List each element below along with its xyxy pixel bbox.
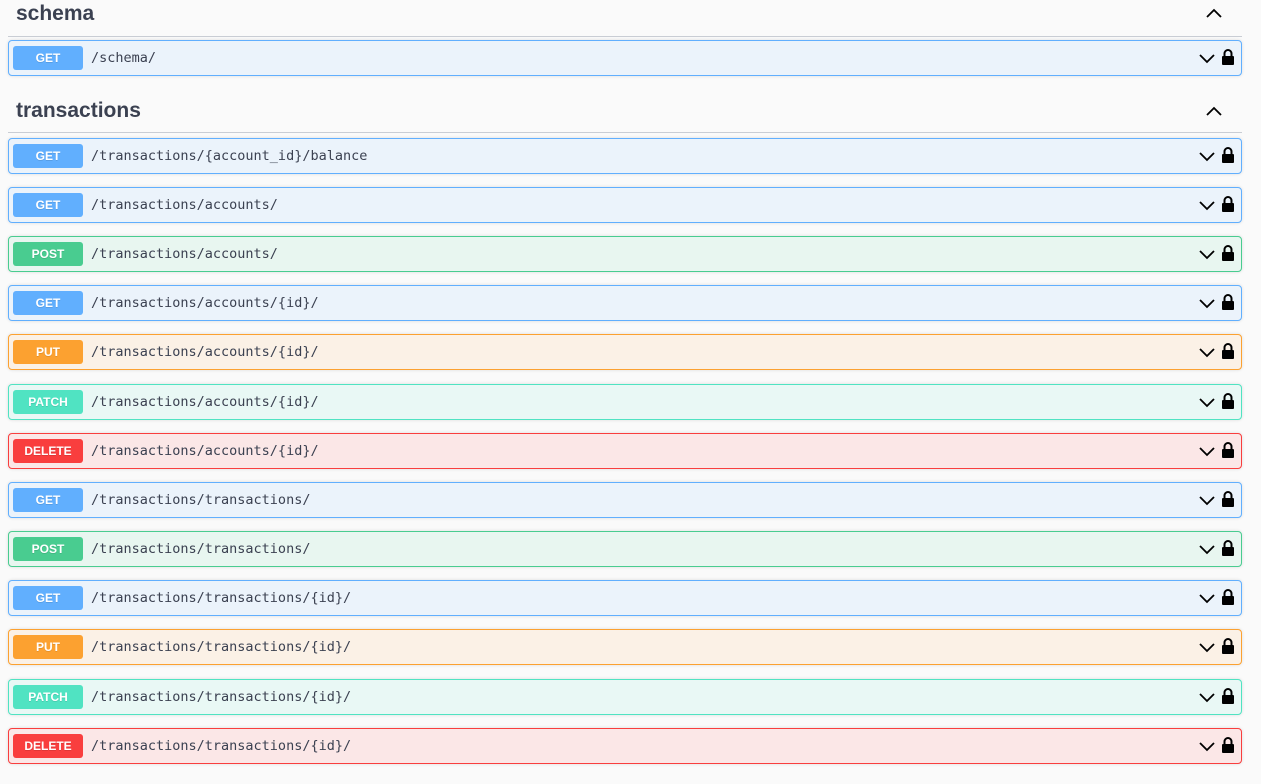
method-badge: GET (13, 291, 83, 315)
lock-icon[interactable] (1221, 392, 1235, 410)
chevron-down-icon[interactable] (1199, 689, 1215, 705)
chevron-down-icon[interactable] (1199, 639, 1215, 655)
operation-row[interactable]: GET /transactions/transactions/ (8, 482, 1242, 518)
chevron-down-icon[interactable] (1199, 738, 1215, 754)
operation-row[interactable]: GET /transactions/transactions/{id}/ (8, 580, 1242, 616)
lock-icon[interactable] (1221, 490, 1235, 508)
operation-path: /transactions/transactions/{id}/ (91, 590, 352, 606)
lock-icon[interactable] (1221, 342, 1235, 360)
lock-icon[interactable] (1221, 48, 1235, 66)
lock-icon[interactable] (1221, 146, 1235, 164)
operation-path: /transactions/transactions/{id}/ (91, 689, 352, 705)
method-badge: PUT (13, 340, 83, 364)
operation-row[interactable]: PATCH /transactions/transactions/{id}/ (8, 679, 1242, 715)
operation-path: /transactions/accounts/ (91, 246, 278, 262)
operation-path: /schema/ (91, 50, 157, 66)
chevron-down-icon[interactable] (1199, 443, 1215, 459)
lock-icon[interactable] (1221, 637, 1235, 655)
operation-row[interactable]: DELETE /transactions/accounts/{id}/ (8, 433, 1242, 469)
operation-row[interactable]: GET /transactions/accounts/ (8, 187, 1242, 223)
chevron-down-icon[interactable] (1199, 541, 1215, 557)
chevron-down-icon[interactable] (1199, 394, 1215, 410)
lock-icon[interactable] (1221, 588, 1235, 606)
method-badge: GET (13, 193, 83, 217)
chevron-down-icon[interactable] (1199, 197, 1215, 213)
chevron-up-icon[interactable] (1204, 3, 1224, 23)
lock-icon[interactable] (1221, 687, 1235, 705)
operation-path: /transactions/accounts/{id}/ (91, 344, 319, 360)
operation-path: /transactions/accounts/{id}/ (91, 443, 319, 459)
chevron-down-icon[interactable] (1199, 295, 1215, 311)
operation-path: /transactions/accounts/ (91, 197, 278, 213)
lock-icon[interactable] (1221, 736, 1235, 754)
method-badge: GET (13, 46, 83, 70)
operation-row[interactable]: POST /transactions/accounts/ (8, 236, 1242, 272)
operation-row[interactable]: GET /transactions/accounts/{id}/ (8, 285, 1242, 321)
chevron-down-icon[interactable] (1199, 590, 1215, 606)
lock-icon[interactable] (1221, 293, 1235, 311)
operation-row[interactable]: GET /schema/ (8, 40, 1242, 76)
chevron-up-icon[interactable] (1204, 101, 1224, 121)
method-badge: GET (13, 488, 83, 512)
lock-icon[interactable] (1221, 539, 1235, 557)
method-badge: POST (13, 537, 83, 561)
chevron-down-icon[interactable] (1199, 344, 1215, 360)
chevron-down-icon[interactable] (1199, 148, 1215, 164)
section-header-schema[interactable]: schema (8, 0, 1242, 37)
operation-path: /transactions/transactions/ (91, 541, 311, 557)
lock-icon[interactable] (1221, 441, 1235, 459)
operation-row[interactable]: PUT /transactions/accounts/{id}/ (8, 334, 1242, 370)
method-badge: GET (13, 144, 83, 168)
operation-row[interactable]: DELETE /transactions/transactions/{id}/ (8, 728, 1242, 764)
chevron-down-icon[interactable] (1199, 50, 1215, 66)
chevron-down-icon[interactable] (1199, 492, 1215, 508)
section-header-transactions[interactable]: transactions (8, 90, 1242, 133)
lock-icon[interactable] (1221, 195, 1235, 213)
lock-icon[interactable] (1221, 244, 1235, 262)
operation-path: /transactions/transactions/ (91, 492, 311, 508)
section-title: transactions (16, 99, 141, 122)
section-title: schema (16, 2, 95, 25)
method-badge: POST (13, 242, 83, 266)
operation-row[interactable]: GET /transactions/{account_id}/balance (8, 138, 1242, 174)
method-badge: DELETE (13, 734, 83, 758)
method-badge: GET (13, 586, 83, 610)
method-badge: DELETE (13, 439, 83, 463)
operation-path: /transactions/accounts/{id}/ (91, 394, 319, 410)
operation-path: /transactions/transactions/{id}/ (91, 738, 352, 754)
operation-path: /transactions/transactions/{id}/ (91, 639, 352, 655)
method-badge: PATCH (13, 685, 83, 709)
operation-row[interactable]: PATCH /transactions/accounts/{id}/ (8, 384, 1242, 420)
method-badge: PUT (13, 635, 83, 659)
operation-row[interactable]: PUT /transactions/transactions/{id}/ (8, 629, 1242, 665)
operation-path: /transactions/{account_id}/balance (91, 148, 368, 164)
method-badge: PATCH (13, 390, 83, 414)
operation-row[interactable]: POST /transactions/transactions/ (8, 531, 1242, 567)
chevron-down-icon[interactable] (1199, 246, 1215, 262)
operation-path: /transactions/accounts/{id}/ (91, 295, 319, 311)
